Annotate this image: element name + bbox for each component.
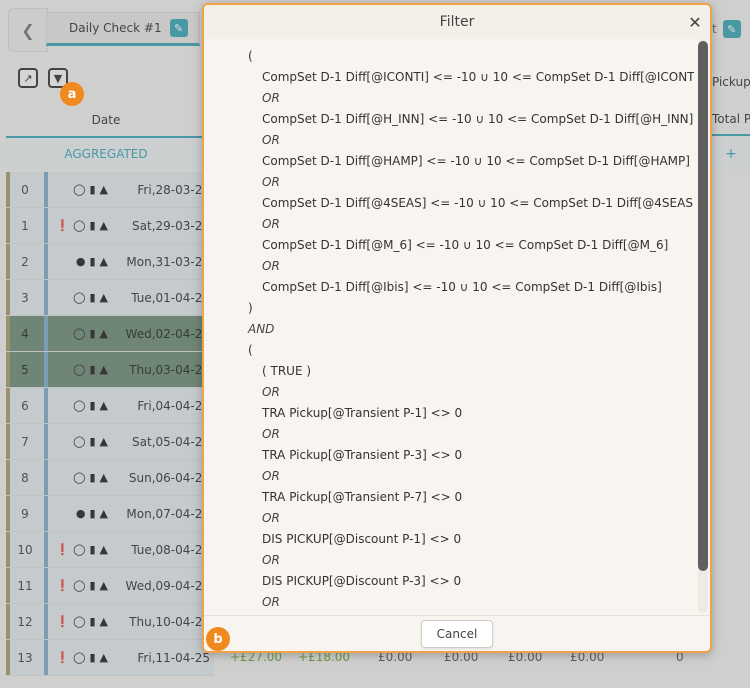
badge-a: a [60,82,84,106]
operator-keyword: OR [262,385,280,399]
scrollbar-thumb[interactable] [698,41,708,571]
operator-keyword: OR [262,595,280,609]
operator-keyword: OR [262,133,280,147]
operator-keyword: OR [262,427,280,441]
filter-line: CompSet D-1 Diff[@Ibis] <= -10 ∪ 10 <= C… [262,280,662,294]
dialog-footer: Cancel [204,615,710,652]
close-button[interactable]: ✕ [686,12,704,32]
filter-line: ( [248,49,253,63]
filter-line: CompSet D-1 Diff[@HAMP] <= -10 ∪ 10 <= C… [262,154,690,168]
filter-line: CompSet D-1 Diff[@ICONTI] <= -10 ∪ 10 <=… [262,70,694,84]
dialog-title: Filter [204,5,710,39]
operator-keyword: AND [248,322,275,336]
operator-keyword: OR [262,259,280,273]
cancel-button[interactable]: Cancel [421,620,493,648]
filter-dialog: Filter ✕ ( CompSet D-1 Diff[@ICONTI] <= -… [202,3,712,653]
filter-line: DIS PICKUP[@Discount P-1] <> 0 [262,532,462,546]
filter-expression: ( CompSet D-1 Diff[@ICONTI] <= -10 ∪ 10 <… [204,41,694,615]
operator-keyword: OR [262,175,280,189]
filter-line: TRA Pickup[@Transient P-3] <> 0 [262,448,463,462]
filter-line: ( [248,343,253,357]
scrollbar[interactable] [698,39,708,613]
operator-keyword: OR [262,469,280,483]
close-icon: ✕ [688,12,702,32]
operator-keyword: OR [262,91,280,105]
filter-line: CompSet D-1 Diff[@H_INN] <= -10 ∪ 10 <= … [262,112,694,126]
filter-line: TRA Pickup[@Transient P-1] <> 0 [262,406,463,420]
filter-line: CompSet D-1 Diff[@4SEAS] <= -10 ∪ 10 <= … [262,196,694,210]
filter-line: TRA Pickup[@Transient P-7] <> 0 [262,490,463,504]
filter-line: ) [248,301,253,315]
filter-line: CompSet D-1 Diff[@M_6] <= -10 ∪ 10 <= Co… [262,238,669,252]
filter-line: DIS PICKUP[@Discount P-3] <> 0 [262,574,462,588]
operator-keyword: OR [262,217,280,231]
operator-keyword: OR [262,553,280,567]
filter-line: ( TRUE ) [262,364,312,378]
badge-b: b [206,627,230,651]
operator-keyword: OR [262,511,280,525]
